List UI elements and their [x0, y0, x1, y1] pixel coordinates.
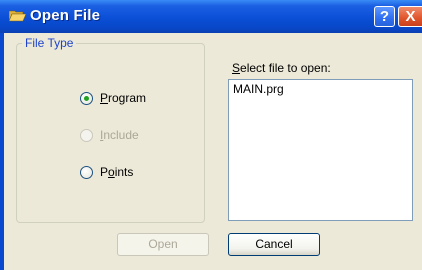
list-item[interactable]: MAIN.prg [233, 82, 284, 96]
close-icon: X [405, 8, 416, 25]
radio-include: Include [80, 127, 139, 143]
radio-points-label: Points [100, 165, 134, 179]
radio-program-indicator[interactable] [80, 91, 93, 105]
radio-program[interactable]: Program [80, 90, 146, 106]
open-folder-icon [8, 10, 27, 22]
open-file-dialog: Open File ? X File Type Program Include … [0, 0, 422, 270]
radio-points-indicator[interactable] [80, 165, 93, 179]
open-button: Open [117, 233, 209, 256]
file-list[interactable]: MAIN.prg [228, 79, 413, 221]
radio-program-label: Program [100, 91, 147, 105]
title-bar[interactable]: Open File ? X [0, 0, 422, 33]
radio-include-indicator [80, 128, 93, 142]
radio-include-label: Include [100, 128, 139, 142]
close-button[interactable]: X [398, 6, 422, 27]
window-frame-left [0, 33, 4, 270]
cancel-button[interactable]: Cancel [228, 233, 320, 256]
help-icon: ? [379, 8, 390, 25]
radio-points[interactable]: Points [80, 164, 133, 180]
help-button[interactable]: ? [374, 6, 395, 27]
file-list-label: Select file to open: [232, 61, 331, 75]
window-title: Open File [30, 7, 101, 24]
file-type-group-label: File Type [22, 36, 77, 50]
